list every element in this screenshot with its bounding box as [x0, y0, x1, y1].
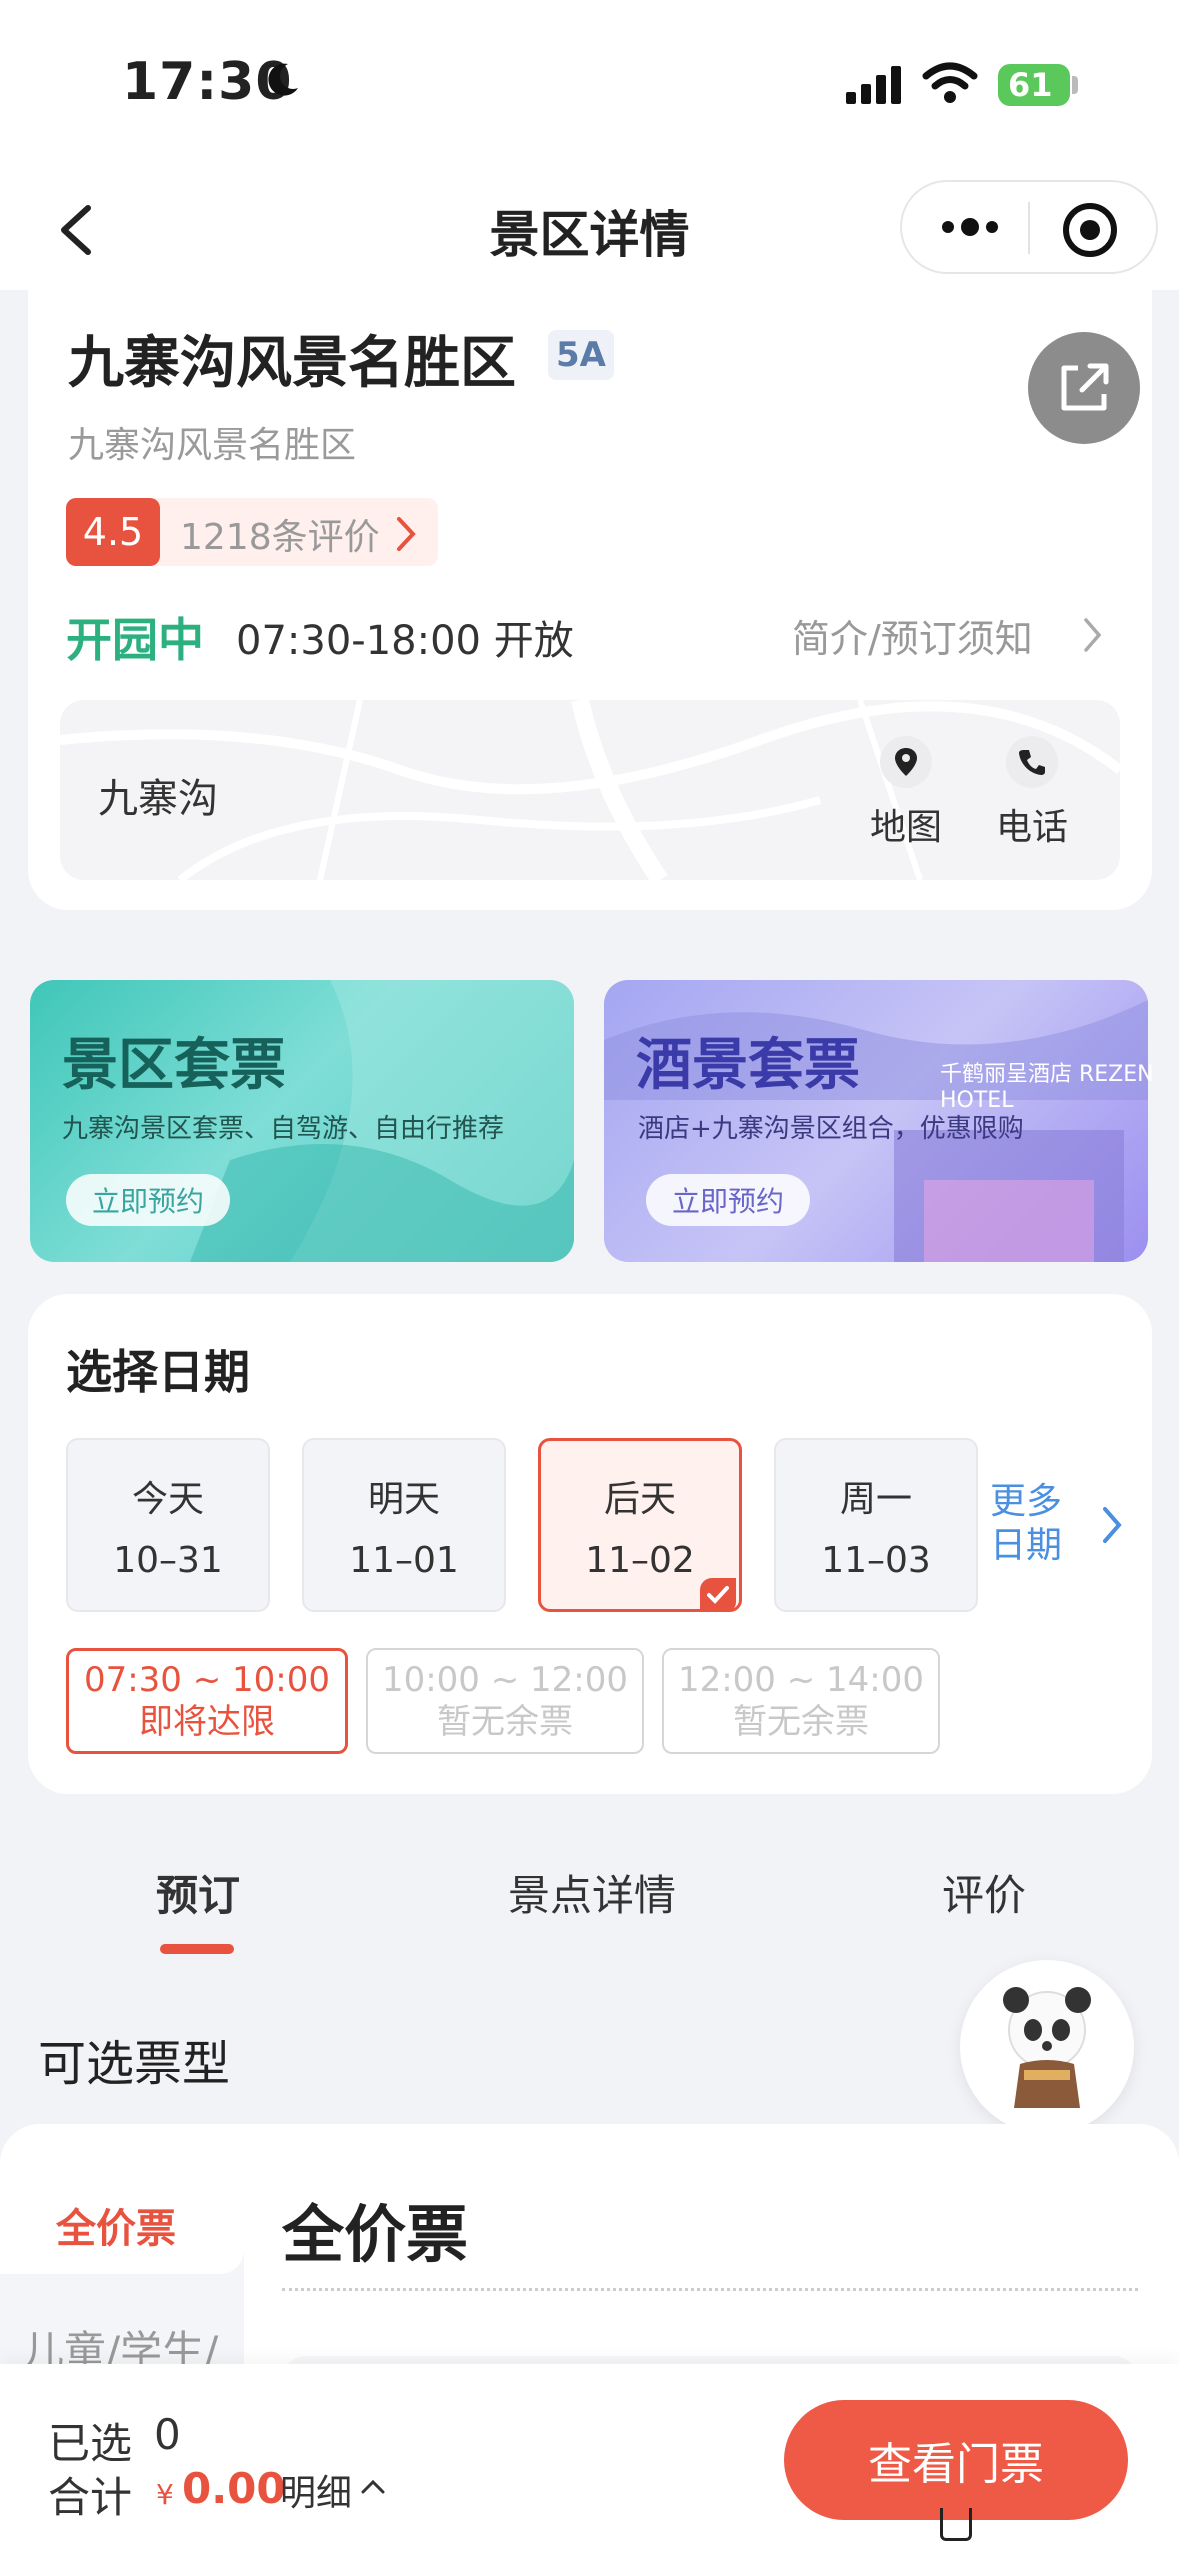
- share-button[interactable]: [1028, 332, 1140, 444]
- opening-hours: 07:30-18:00 开放: [236, 618, 574, 664]
- rating-score: 4.5: [66, 498, 160, 566]
- assistant-mascot-button[interactable]: [960, 1960, 1134, 2134]
- date-label: 今天: [131, 1478, 204, 1520]
- phone-icon-wrap: [1006, 736, 1058, 788]
- moon-icon: [268, 63, 298, 96]
- time-slot-option-disabled[interactable]: 10:00 ~ 12:00 暂无余票: [366, 1648, 644, 1754]
- date-value: 11–01: [349, 1539, 459, 1581]
- share-icon: [1061, 363, 1109, 411]
- selected-check-icon: [700, 1578, 736, 1612]
- phone-icon: [1019, 750, 1045, 775]
- date-value: 11–02: [585, 1539, 695, 1581]
- attraction-name: 九寨沟风景名胜区: [68, 331, 516, 396]
- selected-label: 已选: [48, 2419, 133, 2468]
- tab-attraction-details[interactable]: 景点详情: [508, 1862, 676, 1923]
- open-status: 开园中: [66, 613, 204, 667]
- currency-symbol: ¥: [156, 2478, 174, 2511]
- banner-description: 酒店+九寨沟景区组合，优惠限购: [638, 1114, 1024, 1144]
- signal-icon: [846, 66, 901, 104]
- time-slot-range: 12:00 ~ 14:00: [677, 1660, 925, 1700]
- date-value: 11–03: [821, 1539, 931, 1581]
- chevron-right-icon: [397, 517, 416, 551]
- tab-reviews[interactable]: 评价: [942, 1862, 1026, 1923]
- time-slot-range: 07:30 ~ 10:00: [83, 1660, 331, 1700]
- active-tab-indicator: [160, 1944, 234, 1954]
- time-slot-option[interactable]: 07:30 ~ 10:00 即将达限: [66, 1648, 348, 1754]
- map-preview[interactable]: [60, 700, 1120, 880]
- more-dates-link[interactable]: 更多日期: [990, 1480, 1080, 1568]
- date-label: 周一: [839, 1478, 912, 1520]
- date-value: 10–31: [113, 1539, 223, 1581]
- sidebar-item-full-price[interactable]: 全价票: [56, 2196, 176, 2254]
- capsule-divider: [1028, 202, 1030, 254]
- time-slot-status: 暂无余票: [733, 1702, 869, 1742]
- view-tickets-button[interactable]: 查看门票: [784, 2400, 1128, 2520]
- date-picker-title: 选择日期: [66, 1345, 250, 1399]
- intro-booking-notice-link[interactable]: 简介/预订须知: [792, 608, 1033, 663]
- battery-tip: [1072, 76, 1078, 94]
- ticket-category-title: 全价票: [282, 2198, 469, 2271]
- banner-title: 酒景套票: [636, 1032, 860, 1098]
- close-mini-program-icon[interactable]: [1058, 198, 1122, 262]
- total-amount: 0.00: [182, 2464, 286, 2513]
- check-icon: [707, 1586, 729, 1604]
- time-slot-range: 10:00 ~ 12:00: [381, 1660, 629, 1700]
- date-option[interactable]: 明天 11–01: [302, 1438, 506, 1612]
- selected-count: 0: [154, 2410, 181, 2459]
- book-now-button[interactable]: 立即预约: [66, 1174, 230, 1226]
- more-options-icon[interactable]: [930, 200, 1010, 254]
- tab-booking[interactable]: 预订: [156, 1862, 240, 1923]
- date-option[interactable]: 周一 11–03: [774, 1438, 978, 1612]
- review-count[interactable]: 1218条评价: [180, 508, 380, 560]
- time-slot-option-disabled[interactable]: 12:00 ~ 14:00 暂无余票: [662, 1648, 940, 1754]
- map-location-name: 九寨沟: [98, 776, 218, 822]
- wifi-icon: [922, 62, 978, 103]
- divider: [282, 2288, 1138, 2291]
- ticket-types-heading: 可选票型: [38, 2036, 231, 2092]
- banner-description: 九寨沟景区套票、自驾游、自由行推荐: [62, 1114, 505, 1144]
- map-pin-icon: [880, 736, 932, 788]
- time-slot-status: 暂无余票: [437, 1702, 573, 1742]
- map-roads: [60, 700, 1120, 880]
- phone-label: 电话: [995, 807, 1068, 848]
- hotel-logo-text: 千鹤丽呈酒店 REZEN HOTEL: [940, 1062, 1154, 1113]
- level-badge: 5A: [548, 330, 614, 380]
- date-option[interactable]: 今天 10–31: [66, 1438, 270, 1612]
- book-now-button[interactable]: 立即预约: [646, 1174, 810, 1226]
- attraction-subtitle: 九寨沟风景名胜区: [68, 425, 357, 466]
- chevron-up-icon: [361, 2479, 385, 2494]
- date-label: 后天: [603, 1478, 676, 1520]
- time-slot-status: 即将达限: [139, 1702, 275, 1742]
- chevron-right-icon: [1103, 1507, 1122, 1543]
- total-label: 合计: [48, 2473, 133, 2522]
- price-detail-toggle[interactable]: 明细: [280, 2464, 352, 2516]
- cursor-marker: [940, 2508, 972, 2541]
- map-label: 地图: [869, 807, 942, 848]
- location-pin-icon: [895, 748, 917, 776]
- banner-title: 景区套票: [62, 1032, 286, 1098]
- battery-level: 61: [1008, 66, 1053, 104]
- panda-mascot-icon: [1003, 1987, 1091, 2108]
- chevron-right-icon: [1084, 618, 1102, 652]
- battery-indicator: 61: [998, 64, 1070, 106]
- date-label: 明天: [367, 1478, 440, 1520]
